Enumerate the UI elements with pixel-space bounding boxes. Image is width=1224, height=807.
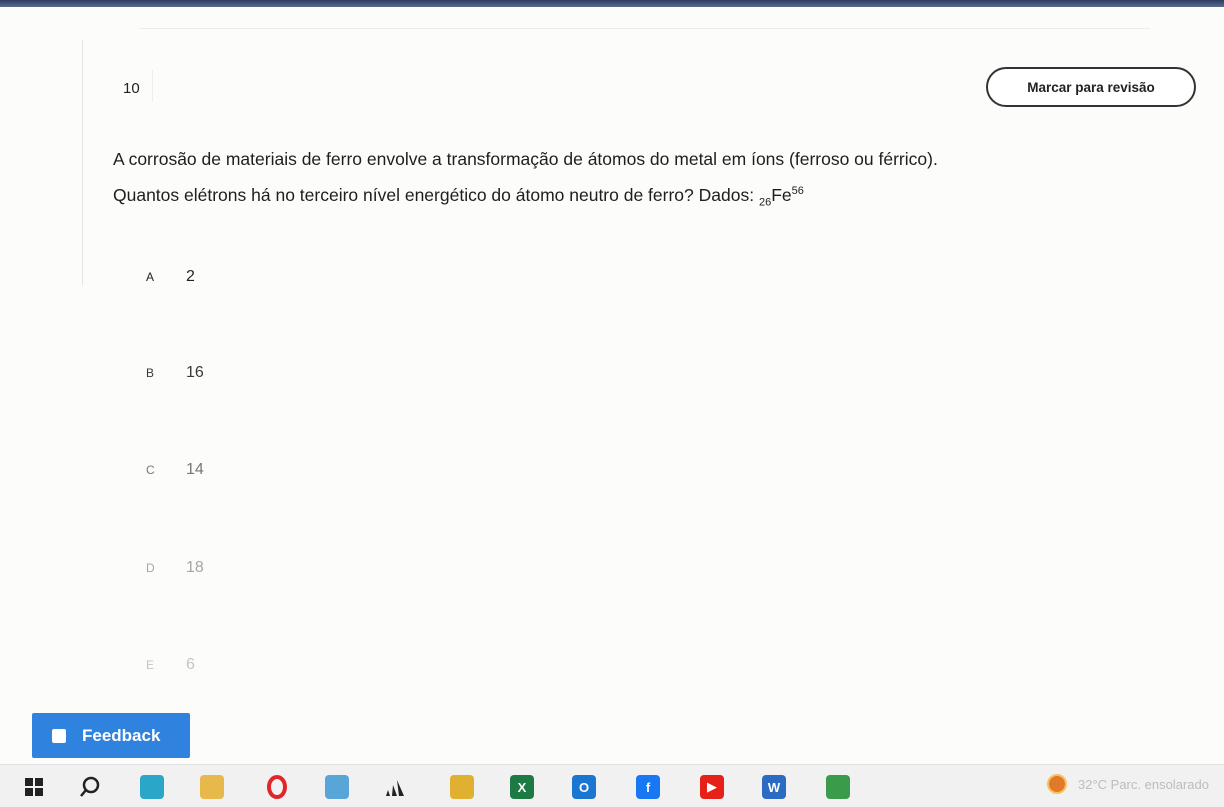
question-text: A corrosão de materiais de ferro envolve… [113, 143, 1193, 218]
option-d[interactable]: D 18 [146, 553, 204, 583]
browser-top-bar [0, 0, 1224, 7]
word-icon[interactable]: W [762, 775, 786, 799]
feedback-label: Feedback [82, 725, 161, 745]
element-symbol: Fe [771, 184, 792, 205]
question-line-2: Quantos elétrons há no terceiro nível en… [113, 175, 1193, 218]
youtube-icon[interactable]: ▶ [700, 775, 724, 799]
question-number-divider [152, 70, 153, 102]
app-blue-icon[interactable] [325, 775, 349, 799]
search-icon[interactable] [78, 775, 102, 799]
outlook-icon[interactable]: O [572, 775, 596, 799]
chrome-profile-icon[interactable] [826, 775, 850, 799]
option-letter: A [146, 270, 155, 284]
adidas-app-icon[interactable] [383, 775, 407, 799]
option-value: 14 [186, 461, 204, 478]
question-line-1: A corrosão de materiais de ferro envolve… [113, 149, 938, 169]
option-e[interactable]: E 6 [146, 650, 195, 680]
facebook-icon[interactable]: f [636, 775, 660, 799]
option-value: 2 [186, 268, 195, 285]
chrome-icon[interactable] [450, 775, 474, 799]
windows-taskbar: X Of ▶ W 32°C Parc. ensolarado [0, 764, 1224, 807]
atomic-number: 26 [758, 196, 772, 209]
question-line-2-text: Quantos elétrons há no terceiro nível en… [113, 184, 755, 205]
option-b[interactable]: B 16 [146, 358, 204, 388]
feedback-icon [52, 728, 66, 743]
option-letter: D [146, 561, 155, 575]
opera-browser-icon[interactable] [265, 775, 289, 799]
option-letter: C [146, 463, 155, 477]
option-value: 16 [186, 364, 204, 381]
edge-browser-icon[interactable] [140, 775, 164, 799]
weather-icon[interactable] [1047, 774, 1067, 794]
option-c[interactable]: C 14 [146, 455, 204, 485]
feedback-button[interactable]: Feedback [32, 713, 190, 758]
mark-for-review-button[interactable]: Marcar para revisão [986, 67, 1196, 107]
file-explorer-icon[interactable] [200, 775, 224, 799]
option-value: 6 [186, 656, 195, 673]
header-divider [140, 28, 1150, 29]
mass-number: 56 [791, 185, 804, 197]
weather-text[interactable]: 32°C Parc. ensolarado [1078, 777, 1209, 792]
excel-icon[interactable]: X [510, 775, 534, 799]
option-value: 18 [186, 559, 204, 576]
windows-start-icon[interactable] [22, 775, 46, 799]
option-a[interactable]: A 2 [146, 262, 195, 292]
element-notation: 26Fe56 [758, 184, 804, 209]
question-number: 10 [123, 80, 140, 97]
option-letter: E [146, 658, 155, 672]
option-letter: B [146, 366, 155, 380]
question-card-border [82, 40, 83, 285]
